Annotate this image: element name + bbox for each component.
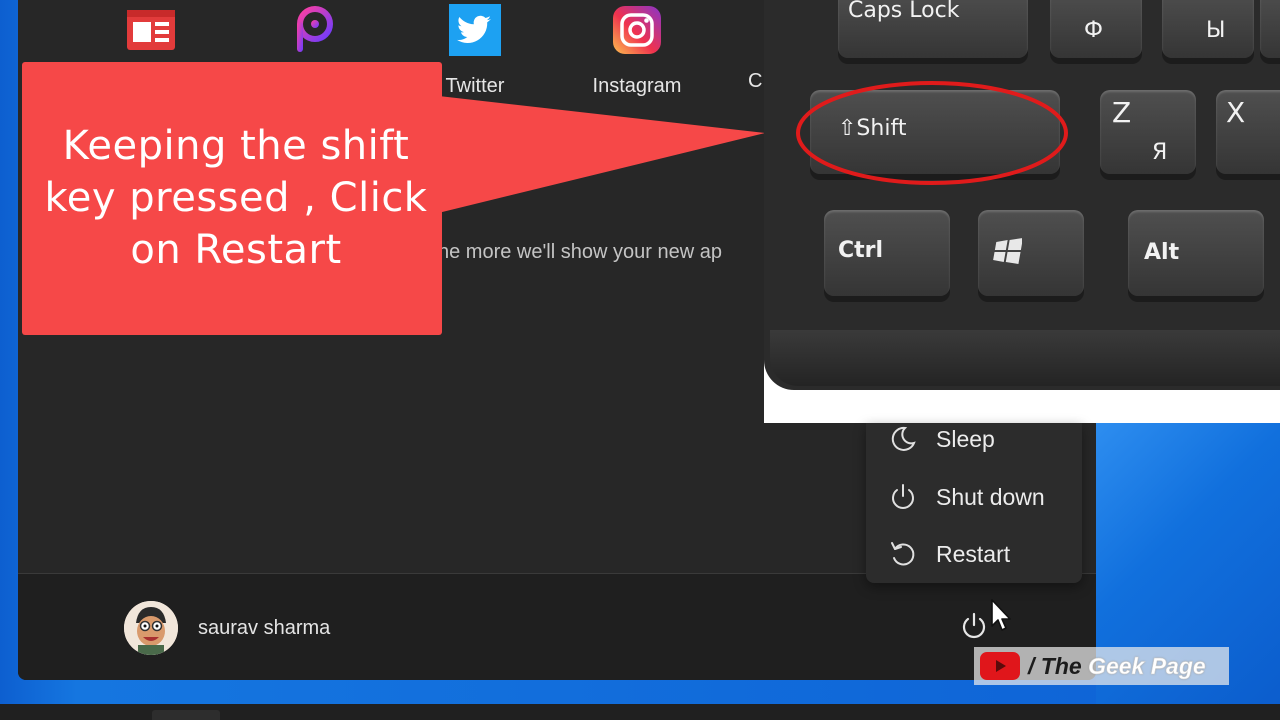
caps-lock-key: Caps Lock <box>838 0 1028 58</box>
power-icon <box>892 484 914 509</box>
avatar-image <box>124 601 178 655</box>
sleep-label: Sleep <box>936 425 995 452</box>
z-key: Z Я <box>1100 90 1196 174</box>
keyboard-inset-image: Caps Lock Ф Ы ⇧Shift Z Я X Ctrl Alt <box>764 0 1280 423</box>
callout-text: Keeping the shift key pressed , Click on… <box>44 123 428 273</box>
watermark-the: The <box>1040 652 1082 679</box>
mouse-cursor-icon <box>991 599 1011 631</box>
picsart-icon <box>297 6 333 52</box>
watermark-slash: / <box>1028 652 1035 679</box>
restart-option[interactable]: Restart <box>888 532 1078 576</box>
avatar <box>124 601 178 655</box>
windows-key <box>978 210 1084 296</box>
alt-key: Alt <box>1128 210 1264 296</box>
power-button-icon[interactable] <box>958 610 990 642</box>
watermark-geek-page: Geek Page <box>1088 652 1206 679</box>
taskbar <box>0 704 1280 720</box>
power-options-menu: Sleep Shut down Restart <box>866 423 1082 583</box>
shut-down-label: Shut down <box>936 483 1045 510</box>
keyboard-frame <box>770 330 1280 386</box>
restart-icon <box>891 542 915 566</box>
cyrillic-y-key: Ы <box>1162 0 1254 58</box>
callout-pointer <box>430 95 765 215</box>
youtube-icon <box>980 652 1020 680</box>
user-name: saurav sharma <box>198 616 331 639</box>
windows-logo-icon <box>993 238 1022 264</box>
key-partial <box>1260 0 1280 58</box>
sleep-option[interactable]: Sleep <box>888 417 1078 461</box>
shut-down-option[interactable]: Shut down <box>888 475 1078 519</box>
user-account-button[interactable]: saurav sharma <box>124 601 330 655</box>
news-icon <box>127 10 175 50</box>
cyrillic-f-key: Ф <box>1050 0 1142 58</box>
ctrl-key: Ctrl <box>824 210 950 296</box>
highlight-circle <box>796 81 1068 185</box>
x-key: X <box>1216 90 1280 174</box>
restart-label: Restart <box>936 540 1011 567</box>
taskbar-item[interactable] <box>152 710 220 720</box>
watermark-logo: / The Geek Page <box>974 647 1229 685</box>
moon-icon <box>891 426 916 451</box>
